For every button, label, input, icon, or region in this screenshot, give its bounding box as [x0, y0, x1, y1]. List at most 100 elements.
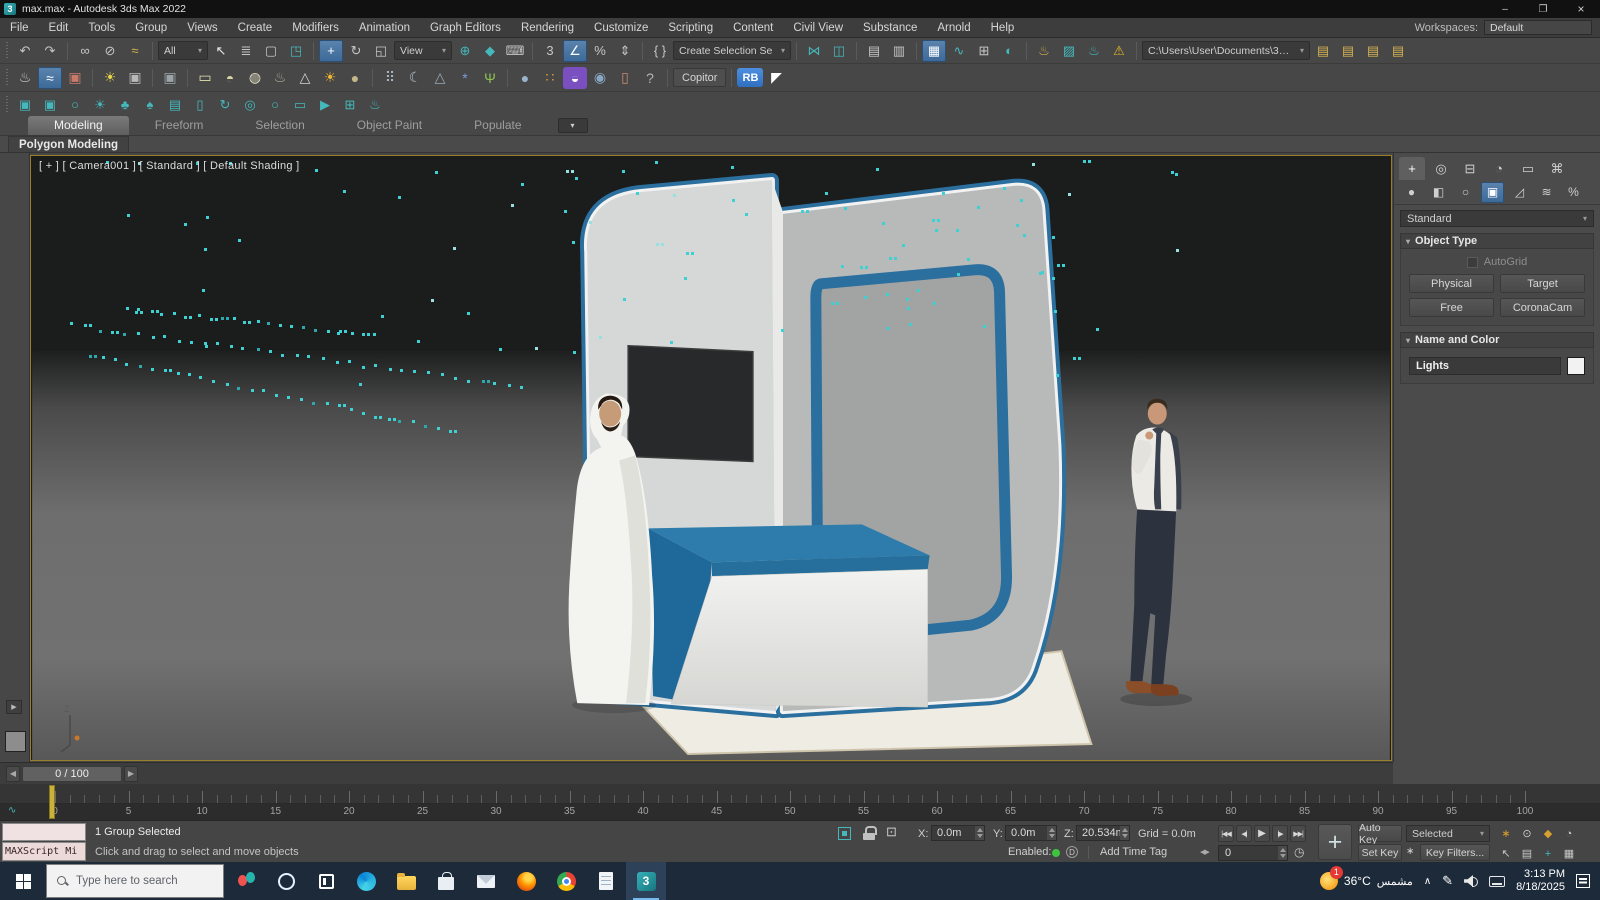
create-light-icon[interactable]: ○ — [63, 94, 87, 116]
light-gizmo-dot[interactable] — [398, 196, 401, 199]
light-gizmo-dot[interactable] — [1056, 374, 1059, 377]
light-gizmo-dot[interactable] — [300, 398, 303, 401]
geometry-category-icon[interactable]: ● — [1400, 182, 1423, 203]
palette-icon[interactable]: ◒ — [563, 67, 587, 89]
project-folder-dropdown[interactable]: C:\Users\User\Documents\3ds Max 2022▾ — [1142, 41, 1310, 60]
light-gizmo-dot[interactable] — [482, 380, 485, 383]
workspaces-dropdown[interactable]: Default — [1484, 20, 1592, 35]
light-gizmo-dot[interactable] — [190, 341, 193, 344]
light-gizmo-dot[interactable] — [381, 315, 384, 318]
light-gizmo-dot[interactable] — [977, 206, 980, 209]
light-gizmo-dot[interactable] — [338, 404, 341, 407]
light-gizmo-dot[interactable] — [1023, 234, 1026, 237]
light-gizmo-dot[interactable] — [1171, 171, 1174, 174]
light-gizmo-dot[interactable] — [314, 329, 317, 332]
light-gizmo-dot[interactable] — [902, 244, 905, 247]
previous-frame-button[interactable]: ◀| — [1236, 825, 1252, 842]
light-gizmo-dot[interactable] — [123, 333, 126, 336]
touch-keyboard-icon[interactable] — [1489, 876, 1505, 887]
select-object-icon[interactable]: ↖ — [209, 40, 233, 62]
light-gizmo-dot[interactable] — [670, 341, 673, 344]
next-frame-button[interactable]: |▶ — [1272, 825, 1288, 842]
forest-objects-icon[interactable]: ♣ — [113, 94, 137, 116]
action-center-icon[interactable] — [1576, 874, 1590, 888]
menu-tools[interactable]: Tools — [78, 18, 125, 38]
light-gizmo-dot[interactable] — [257, 348, 260, 351]
spire-object-icon[interactable]: △ — [428, 67, 452, 89]
curve-editor-icon[interactable]: ∿ — [947, 40, 971, 62]
set-keys-button[interactable]: + — [1318, 824, 1352, 860]
expand-arrow-button[interactable]: ▶ — [6, 700, 22, 714]
next-frame-arrow[interactable]: ▶ — [124, 766, 138, 782]
light-gizmo-dot[interactable] — [886, 327, 889, 330]
hierarchy-tab-icon[interactable]: ⊟ — [1457, 157, 1483, 180]
light-gizmo-dot[interactable] — [1032, 163, 1035, 166]
shapes-category-icon[interactable]: ◧ — [1427, 182, 1450, 203]
light-gizmo-dot[interactable] — [204, 342, 207, 345]
schematic-view-icon[interactable]: ⊞ — [972, 40, 996, 62]
polygon-modeling-panel[interactable]: Polygon Modeling — [8, 136, 129, 152]
light-gizmo-dot[interactable] — [907, 307, 910, 310]
light-gizmo-dot[interactable] — [173, 312, 176, 315]
color-sample-swatch[interactable] — [5, 731, 26, 752]
corona-frame-buffer-icon[interactable]: ≈ — [38, 67, 62, 89]
weather-widget[interactable]: 1 36°C مشمس — [1320, 872, 1413, 890]
material-ball-icon[interactable]: ● — [513, 67, 537, 89]
menu-help[interactable]: Help — [981, 18, 1025, 38]
y-coordinate-field[interactable]: 0.0m — [1005, 825, 1057, 841]
light-gizmo-dot[interactable] — [942, 192, 945, 195]
light-gizmo-dot[interactable] — [374, 364, 377, 367]
light-gizmo-dot[interactable] — [322, 357, 325, 360]
rb-button[interactable]: RB — [737, 68, 763, 87]
light-gizmo-dot[interactable] — [572, 241, 575, 244]
ribbon-tab-modeling[interactable]: Modeling — [28, 116, 129, 135]
render-production-icon[interactable]: ♨ — [1082, 40, 1106, 62]
object-type-button-physical[interactable]: Physical — [1409, 274, 1494, 293]
default-tangent-icon[interactable]: ∗ — [1498, 826, 1514, 841]
set-key-button[interactable]: Set Key — [1358, 844, 1402, 861]
rectangular-selection-region-icon[interactable]: ▢ — [259, 40, 283, 62]
layered-spheres-icon[interactable]: ◎ — [238, 94, 262, 116]
light-gizmo-dot[interactable] — [413, 370, 416, 373]
light-gizmo-dot[interactable] — [389, 368, 392, 371]
rendered-frame-window-icon[interactable]: ▨ — [1057, 40, 1081, 62]
menu-content[interactable]: Content — [723, 18, 783, 38]
light-gizmo-dot[interactable] — [511, 204, 514, 207]
light-gizmo-dot[interactable] — [520, 386, 523, 389]
light-gizmo-dot[interactable] — [312, 402, 315, 405]
lock-keys-icon[interactable]: ◆ — [1540, 826, 1556, 841]
light-gizmo-dot[interactable] — [589, 221, 592, 224]
taskbar-clock[interactable]: 3:13 PM 8/18/2025 — [1516, 868, 1565, 894]
systems-category-icon[interactable]: % — [1562, 182, 1585, 203]
pointer-mode-icon[interactable]: ↖ — [1498, 846, 1514, 861]
object-color-swatch[interactable] — [1567, 357, 1585, 375]
light-lister-icon[interactable]: ☀ — [98, 67, 122, 89]
taskbar-search-box[interactable]: Type here to search — [46, 864, 224, 898]
light-gizmo-dot[interactable] — [435, 171, 438, 174]
light-gizmo-dot[interactable] — [163, 335, 166, 338]
cone-primitive-icon[interactable]: △ — [293, 67, 317, 89]
light-gizmo-dot[interactable] — [343, 190, 346, 193]
minimize-button[interactable]: – — [1486, 0, 1524, 18]
menu-create[interactable]: Create — [228, 18, 283, 38]
helpers-category-icon[interactable]: ◿ — [1508, 182, 1531, 203]
ribbon-tab-selection[interactable]: Selection — [229, 116, 330, 135]
x-coordinate-field[interactable]: 0.0m — [931, 825, 985, 841]
light-gizmo-dot[interactable] — [731, 166, 734, 169]
mini-curve-editor-icon[interactable]: ∿ — [8, 805, 16, 816]
light-gizmo-dot[interactable] — [362, 333, 365, 336]
light-gizmo-dot[interactable] — [243, 321, 246, 324]
light-gizmo-dot[interactable] — [860, 266, 863, 269]
go-to-start-button[interactable]: |◀◀ — [1218, 825, 1234, 842]
light-gizmo-dot[interactable] — [417, 340, 420, 343]
light-gizmo-dot[interactable] — [205, 345, 208, 348]
select-and-manipulate-icon[interactable]: ◆ — [478, 40, 502, 62]
light-gizmo-dot[interactable] — [151, 310, 154, 313]
ribbon-tab-freeform[interactable]: Freeform — [129, 116, 230, 135]
mirror-icon[interactable]: ⋈ — [802, 40, 826, 62]
motion-tab-icon[interactable]: ◔ — [1486, 157, 1512, 180]
light-gizmo-dot[interactable] — [599, 336, 602, 339]
light-gizmo-dot[interactable] — [889, 257, 892, 260]
selection-filter-dropdown[interactable]: All▾ — [158, 41, 208, 60]
add-camera-icon[interactable]: ▣ — [38, 94, 62, 116]
